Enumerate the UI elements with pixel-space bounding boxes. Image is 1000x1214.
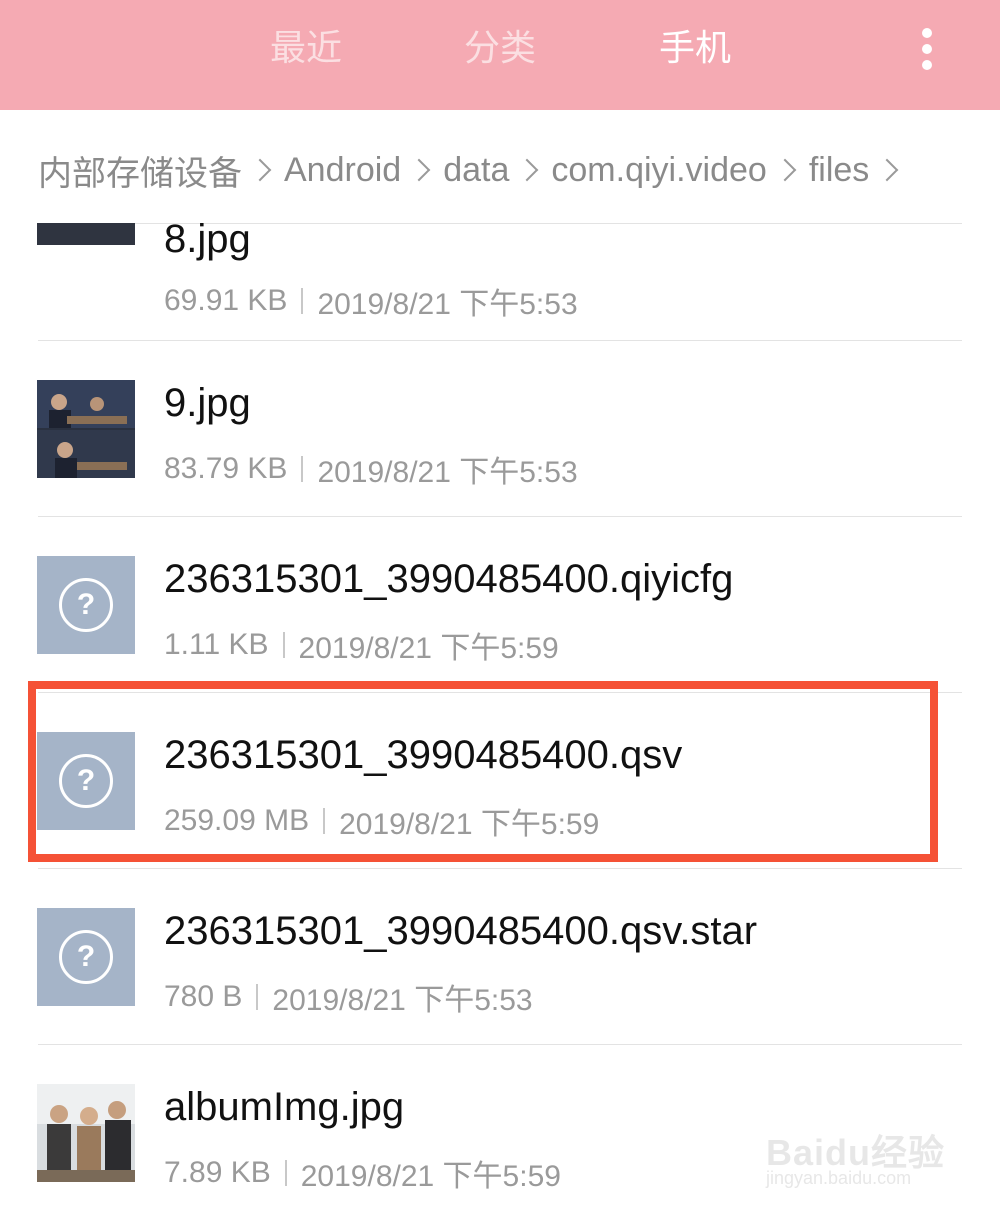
file-name: 236315301_3990485400.qsv.star: [164, 909, 758, 953]
question-mark-icon: ?: [59, 930, 113, 984]
tab-recent[interactable]: 最近: [246, 24, 366, 74]
photo-graphic: [37, 380, 135, 478]
tab-phone[interactable]: 手机: [635, 24, 755, 74]
dot: [922, 44, 932, 54]
list-item[interactable]: ? 236315301_3990485400.qsv.star 780 B 20…: [0, 869, 1000, 1045]
list-item[interactable]: 9.jpg 83.79 KB 2019/8/21 下午5:53: [0, 341, 1000, 517]
breadcrumb-item[interactable]: Android: [284, 151, 401, 190]
file-date: 2019/8/21 下午5:53: [272, 984, 533, 1017]
file-name: albumImg.jpg: [164, 1085, 405, 1129]
breadcrumb-item[interactable]: com.qiyi.video: [551, 151, 766, 190]
chevron-right-icon: [407, 158, 431, 182]
file-meta: 69.91 KB 2019/8/21 下午5:53: [164, 279, 578, 323]
file-meta: 7.89 KB 2019/8/21 下午5:59: [164, 1151, 561, 1195]
breadcrumb-item[interactable]: files: [809, 151, 869, 190]
file-size: 1.11 KB: [164, 628, 269, 661]
meta-separator: [284, 1160, 287, 1186]
breadcrumb-item[interactable]: data: [443, 151, 509, 190]
file-date: 2019/8/21 下午5:53: [317, 456, 578, 489]
photo-graphic: [37, 1084, 135, 1182]
more-vertical-icon[interactable]: [910, 24, 944, 74]
list-item[interactable]: ? 236315301_3990485400.qiyicfg 1.11 KB 2…: [0, 517, 1000, 693]
breadcrumb: 内部存储设备 Android data com.qiyi.video files: [38, 140, 911, 200]
photo-graphic: [37, 223, 135, 245]
highlight-box: [28, 681, 938, 862]
file-meta: 1.11 KB 2019/8/21 下午5:59: [164, 623, 559, 667]
baidu-watermark-logo: Baidu经验 jingyan.baidu.com: [766, 1118, 956, 1198]
image-thumbnail: [37, 1084, 135, 1182]
file-size: 7.89 KB: [164, 1156, 271, 1189]
meta-separator: [301, 288, 304, 314]
meta-separator: [282, 632, 285, 658]
tab-category[interactable]: 分类: [440, 24, 560, 74]
file-date: 2019/8/21 下午5:59: [298, 632, 559, 665]
file-name: 8.jpg: [164, 223, 251, 261]
file-name: 9.jpg: [164, 381, 251, 425]
file-size: 780 B: [164, 980, 243, 1013]
watermark-sub: jingyan.baidu.com: [766, 1168, 912, 1188]
file-name: 236315301_3990485400.qiyicfg: [164, 557, 734, 601]
meta-separator: [256, 984, 259, 1010]
chevron-right-icon: [516, 158, 539, 182]
breadcrumb-item[interactable]: 内部存储设备: [38, 146, 242, 195]
dot: [922, 60, 932, 70]
unknown-file-icon: ?: [37, 908, 135, 1006]
dot: [922, 28, 932, 38]
file-size: 83.79 KB: [164, 452, 288, 485]
top-tab-bar: 最近 分类 手机: [0, 0, 1000, 110]
meta-separator: [301, 456, 304, 482]
file-size: 69.91 KB: [164, 284, 288, 317]
question-mark-icon: ?: [59, 578, 113, 632]
image-thumbnail: [37, 380, 135, 478]
chevron-right-icon: [875, 158, 899, 182]
chevron-right-icon: [248, 158, 272, 182]
file-meta: 780 B 2019/8/21 下午5:53: [164, 975, 533, 1019]
unknown-file-icon: ?: [37, 556, 135, 654]
file-date: 2019/8/21 下午5:59: [300, 1160, 561, 1193]
list-item[interactable]: 8.jpg 69.91 KB 2019/8/21 下午5:53: [0, 223, 1000, 341]
chevron-right-icon: [773, 158, 797, 182]
image-thumbnail: [37, 223, 135, 245]
file-meta: 83.79 KB 2019/8/21 下午5:53: [164, 447, 578, 491]
file-date: 2019/8/21 下午5:53: [317, 288, 578, 321]
